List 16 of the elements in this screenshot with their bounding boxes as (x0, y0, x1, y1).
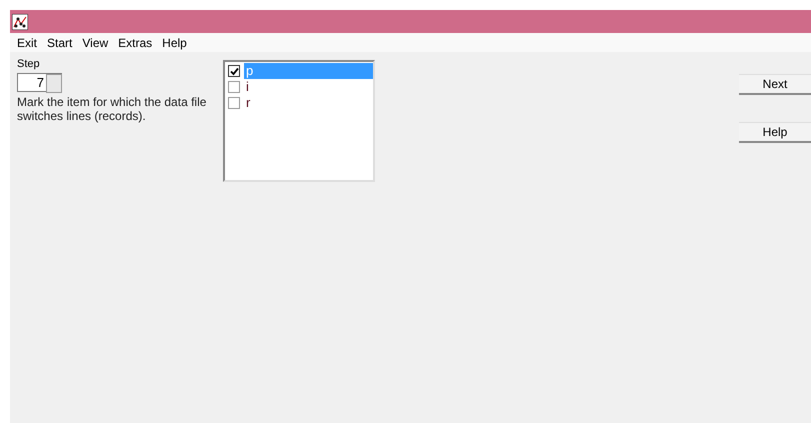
checkbox[interactable] (228, 81, 240, 93)
menu-item[interactable]: Exit (12, 36, 42, 50)
list-item[interactable]: r (244, 95, 373, 111)
step-label: Step (17, 58, 41, 71)
menu-item[interactable]: View (77, 36, 114, 50)
menu-item[interactable]: Start (42, 36, 78, 50)
checkbox[interactable] (228, 97, 240, 109)
menu-item[interactable]: Extras (113, 36, 158, 50)
list-item[interactable]: i (244, 79, 373, 95)
menu-item[interactable]: Help (157, 36, 192, 50)
checkbox[interactable] (228, 65, 240, 77)
step-spinner[interactable]: 7 (17, 73, 62, 92)
instruction-text: Mark the item for which the data file switches lines (records). (17, 95, 208, 123)
next-button[interactable]: Next (739, 74, 811, 95)
app-icon (12, 14, 28, 30)
help-button[interactable]: Help (739, 122, 811, 143)
